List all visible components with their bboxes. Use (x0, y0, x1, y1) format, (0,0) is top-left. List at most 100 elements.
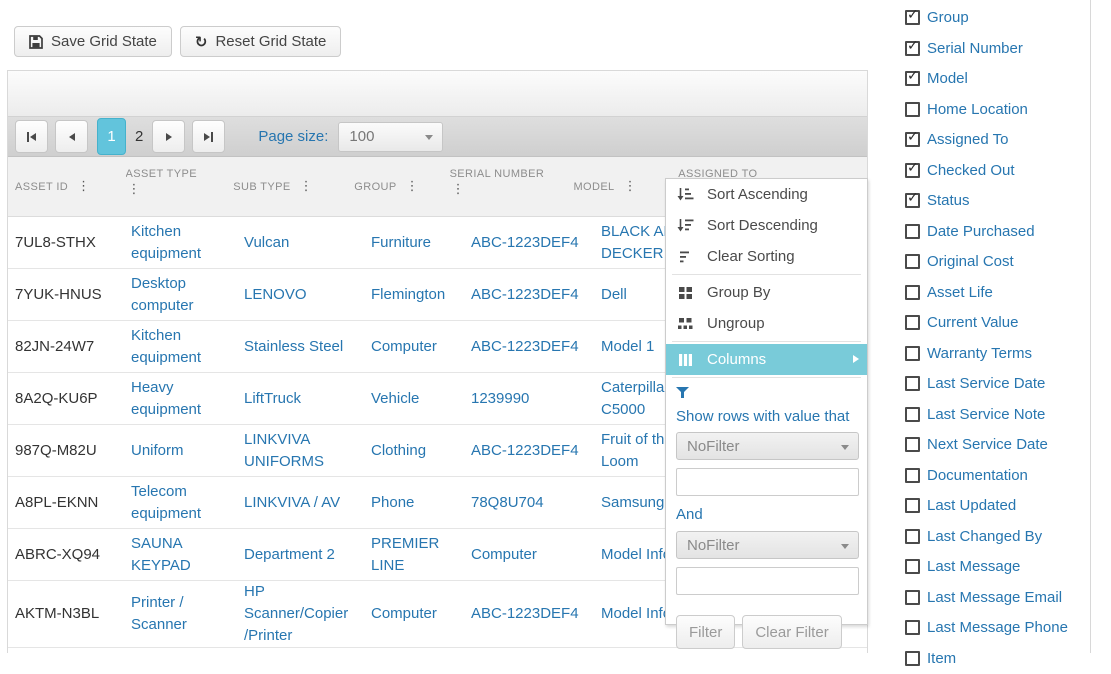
cell-sub-type[interactable]: Department 2 (244, 544, 371, 566)
last-page-button[interactable] (192, 120, 225, 153)
page-size-dropdown[interactable]: 100 (338, 122, 443, 152)
reset-grid-state-button[interactable]: ↻ Reset Grid State (180, 26, 341, 57)
save-grid-state-button[interactable]: Save Grid State (14, 26, 172, 57)
cell-sub-type[interactable]: Stainless Steel (244, 336, 371, 358)
checkbox-icon[interactable] (905, 620, 920, 635)
checkbox-icon[interactable] (905, 468, 920, 483)
checkbox-icon[interactable] (905, 559, 920, 574)
column-chooser-item-status[interactable]: Status (905, 186, 1068, 217)
cell-serial-number[interactable]: 78Q8U704 (471, 492, 601, 514)
cell-sub-type[interactable]: Vulcan (244, 232, 371, 254)
column-chooser-item-last-service-note[interactable]: Last Service Note (905, 399, 1068, 430)
cell-serial-number[interactable]: ABC-1223DEF4 (471, 336, 601, 358)
column-chooser-item-last-message-phone[interactable]: Last Message Phone (905, 613, 1068, 644)
checkbox-icon[interactable] (905, 346, 920, 361)
column-chooser-item-last-changed-by[interactable]: Last Changed By (905, 521, 1068, 552)
cell-asset-type[interactable]: SAUNA KEYPAD (131, 533, 244, 577)
checkbox-icon[interactable] (905, 163, 920, 178)
cell-serial-number[interactable]: ABC-1223DEF4 (471, 440, 601, 462)
cell-group[interactable]: Furniture (371, 232, 471, 254)
checkbox-icon[interactable] (905, 193, 920, 208)
checkbox-icon[interactable] (905, 315, 920, 330)
cell-asset-type[interactable]: Kitchen equipment (131, 221, 244, 265)
cell-asset-type[interactable]: Desktop computer (131, 273, 244, 317)
menu-item-columns[interactable]: Columns (666, 344, 867, 375)
column-chooser-item-last-message-email[interactable]: Last Message Email (905, 582, 1068, 613)
column-header-asset-type[interactable]: ASSET TYPE⋮ (126, 157, 234, 216)
menu-item-sort-ascending[interactable]: Sort Ascending (666, 179, 867, 210)
column-menu-icon[interactable]: ⋮ (406, 179, 419, 194)
checkbox-icon[interactable] (905, 102, 920, 117)
column-chooser-item-serial-number[interactable]: Serial Number (905, 33, 1068, 64)
page-button-2[interactable]: 2 (135, 128, 143, 145)
column-chooser-item-next-service-date[interactable]: Next Service Date (905, 430, 1068, 461)
clear-filter-button[interactable]: Clear Filter (742, 615, 841, 649)
cell-group[interactable]: Computer (371, 336, 471, 358)
cell-serial-number[interactable]: ABC-1223DEF4 (471, 603, 601, 625)
column-header-sub-type[interactable]: SUB TYPE⋮ (233, 157, 354, 216)
page-button-1[interactable]: 1 (97, 118, 126, 155)
cell-group[interactable]: PREMIER LINE (371, 533, 471, 577)
cell-asset-type[interactable]: Uniform (131, 440, 244, 462)
column-menu-icon[interactable]: ⋮ (452, 182, 465, 197)
column-header-asset-id[interactable]: ASSET ID⋮ (8, 157, 126, 216)
column-chooser-item[interactable]: Item (905, 643, 1068, 674)
checkbox-icon[interactable] (905, 285, 920, 300)
column-menu-icon[interactable]: ⋮ (77, 179, 90, 194)
checkbox-icon[interactable] (905, 651, 920, 666)
cell-group[interactable]: Computer (371, 603, 471, 625)
checkbox-icon[interactable] (905, 529, 920, 544)
filter-value-input-1[interactable] (676, 468, 859, 496)
menu-item-sort-descending[interactable]: Sort Descending (666, 210, 867, 241)
cell-serial-number[interactable]: 1239990 (471, 388, 601, 410)
column-menu-icon[interactable]: ⋮ (624, 179, 637, 194)
column-chooser-item-group[interactable]: Group (905, 3, 1068, 34)
cell-sub-type[interactable]: HP Scanner/Copier /Printer (244, 581, 371, 647)
cell-sub-type[interactable]: LENOVO (244, 284, 371, 306)
column-chooser-item-original-cost[interactable]: Original Cost (905, 247, 1068, 278)
column-menu-icon[interactable]: ⋮ (128, 182, 141, 197)
checkbox-icon[interactable] (905, 132, 920, 147)
checkbox-icon[interactable] (905, 407, 920, 422)
column-menu-icon[interactable]: ⋮ (300, 179, 313, 194)
checkbox-icon[interactable] (905, 71, 920, 86)
checkbox-icon[interactable] (905, 10, 920, 25)
cell-group[interactable]: Vehicle (371, 388, 471, 410)
cell-sub-type[interactable]: LiftTruck (244, 388, 371, 410)
column-chooser-item-last-updated[interactable]: Last Updated (905, 491, 1068, 522)
column-chooser-item-documentation[interactable]: Documentation (905, 460, 1068, 491)
cell-asset-type[interactable]: Kitchen equipment (131, 325, 244, 369)
menu-item-clear-sorting[interactable]: Clear Sorting (666, 241, 867, 272)
column-chooser-item-last-service-date[interactable]: Last Service Date (905, 369, 1068, 400)
cell-serial-number[interactable]: Computer (471, 544, 601, 566)
cell-serial-number[interactable]: ABC-1223DEF4 (471, 284, 601, 306)
checkbox-icon[interactable] (905, 41, 920, 56)
column-chooser-item-assigned-to[interactable]: Assigned To (905, 125, 1068, 156)
filter-button[interactable]: Filter (676, 615, 735, 649)
column-chooser-item-home-location[interactable]: Home Location (905, 94, 1068, 125)
menu-item-ungroup[interactable]: Ungroup (666, 308, 867, 339)
cell-group[interactable]: Flemington (371, 284, 471, 306)
cell-serial-number[interactable]: ABC-1223DEF4 (471, 232, 601, 254)
cell-group[interactable]: Clothing (371, 440, 471, 462)
column-chooser-item-last-message[interactable]: Last Message (905, 552, 1068, 583)
column-header-model[interactable]: MODEL⋮ (573, 157, 678, 216)
cell-group[interactable]: Phone (371, 492, 471, 514)
filter-operator-dropdown-2[interactable]: NoFilter (676, 531, 859, 559)
checkbox-icon[interactable] (905, 590, 920, 605)
next-page-button[interactable] (152, 120, 185, 153)
cell-sub-type[interactable]: LINKVIVA UNIFORMS (244, 429, 371, 473)
cell-asset-type[interactable]: Printer / Scanner (131, 592, 244, 636)
column-chooser-item-warranty-terms[interactable]: Warranty Terms (905, 338, 1068, 369)
checkbox-icon[interactable] (905, 224, 920, 239)
first-page-button[interactable] (15, 120, 48, 153)
column-chooser-item-current-value[interactable]: Current Value (905, 308, 1068, 339)
filter-value-input-2[interactable] (676, 567, 859, 595)
checkbox-icon[interactable] (905, 498, 920, 513)
column-chooser-item-asset-life[interactable]: Asset Life (905, 277, 1068, 308)
column-header-group[interactable]: GROUP⋮ (354, 157, 449, 216)
filter-operator-dropdown-1[interactable]: NoFilter (676, 432, 859, 460)
prev-page-button[interactable] (55, 120, 88, 153)
column-chooser-item-model[interactable]: Model (905, 64, 1068, 95)
column-header-serial-number[interactable]: SERIAL NUMBER⋮ (450, 157, 574, 216)
